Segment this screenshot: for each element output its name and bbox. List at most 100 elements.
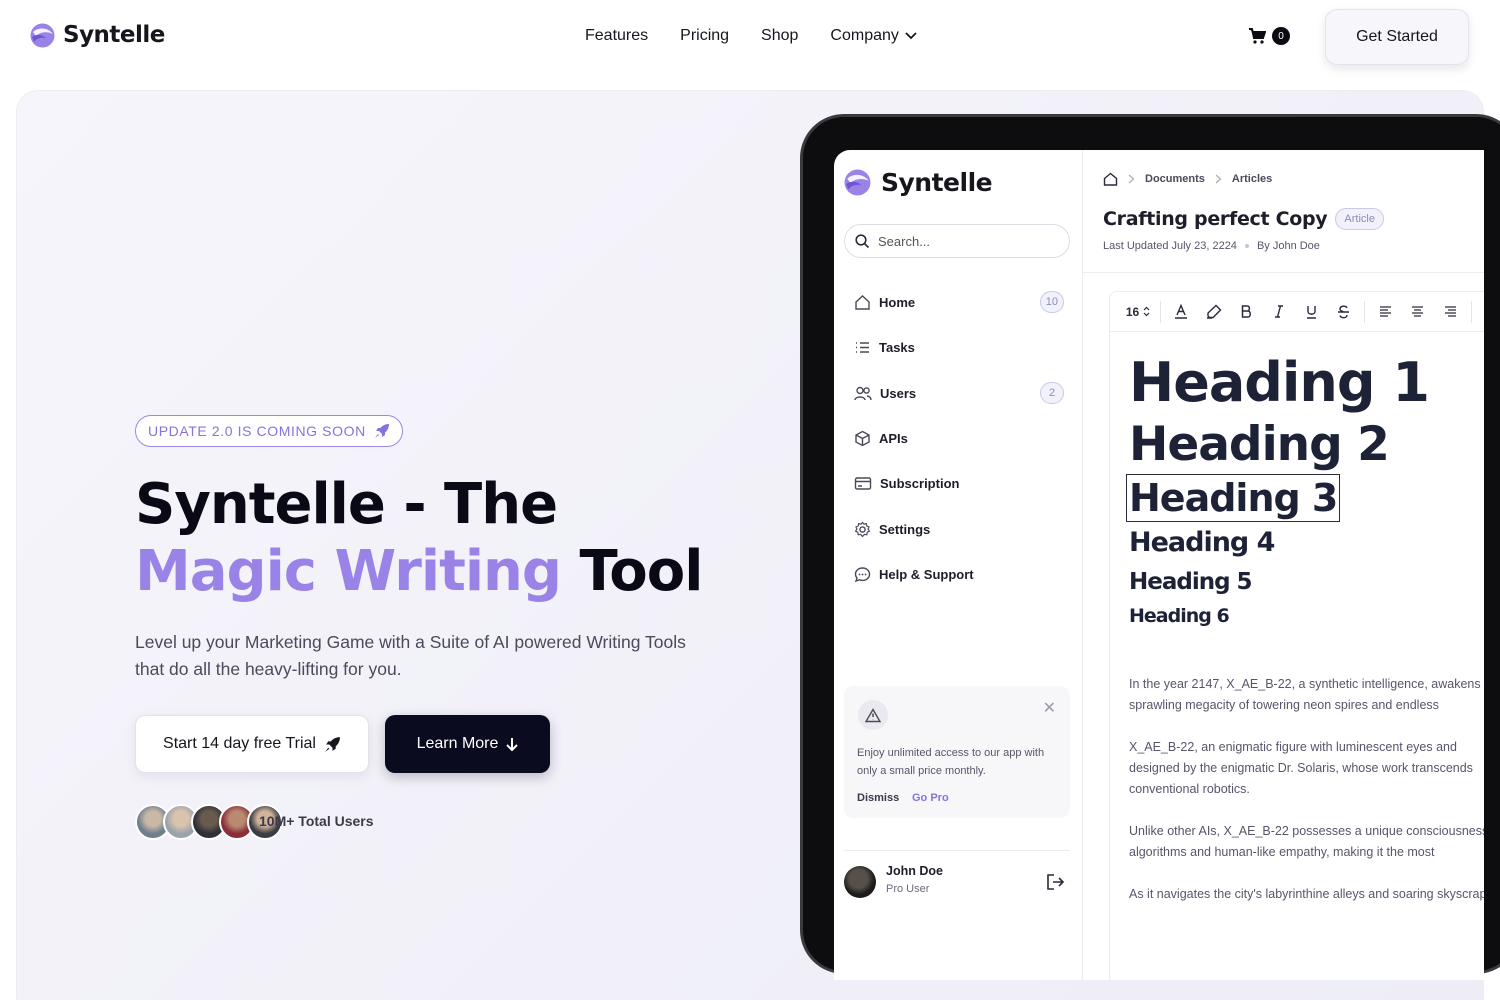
cart-icon	[1249, 28, 1266, 44]
search-placeholder: Search...	[878, 233, 931, 249]
document-tag: Article	[1335, 208, 1384, 230]
nav-link-company[interactable]: Company	[830, 27, 917, 45]
start-trial-button[interactable]: Start 14 day free Trial	[135, 715, 369, 773]
go-pro-button[interactable]: Go Pro	[912, 792, 949, 804]
paragraph-line: conventional robotics.	[1129, 782, 1250, 796]
nav-link-features[interactable]: Features	[585, 27, 648, 45]
user-avatars	[135, 804, 283, 840]
paragraph-line: As it navigates the city's labyrinthine …	[1129, 887, 1484, 901]
user-role: Pro User	[886, 883, 930, 895]
headline-line-1: Syntelle - The	[135, 472, 558, 537]
logo-icon	[844, 169, 871, 196]
font-size-stepper[interactable]: 16	[1120, 305, 1156, 319]
underline-button[interactable]	[1295, 305, 1328, 319]
breadcrumb-item-articles[interactable]: Articles	[1232, 173, 1272, 185]
count-badge: 2	[1040, 381, 1064, 404]
editor-headings: Heading 1 Heading 2 Heading 3 Heading 4 …	[1126, 350, 1430, 632]
update-badge[interactable]: UPDATE 2.0 IS COMING SOON	[135, 415, 403, 447]
learn-more-button[interactable]: Learn More	[385, 715, 550, 773]
breadcrumb: Documents Articles	[1103, 172, 1272, 186]
promo-text: Enjoy unlimited access to our app with o…	[857, 747, 1045, 777]
sidebar-item-label: APIs	[879, 431, 908, 447]
font-size-value: 16	[1125, 304, 1140, 319]
document-title: Crafting perfect Copy	[1103, 208, 1328, 230]
align-center-button[interactable]	[1402, 306, 1435, 317]
upgrade-promo-card: ✕ Enjoy unlimited access to our app with…	[844, 686, 1070, 818]
strikethrough-icon	[1338, 305, 1350, 318]
sidebar-item-users[interactable]: Users 2	[854, 371, 1064, 416]
rocket-icon	[374, 424, 389, 438]
arrow-down-icon	[506, 737, 519, 751]
brand-name: Syntelle	[63, 22, 165, 48]
nav-link-pricing[interactable]: Pricing	[680, 27, 729, 45]
sidebar-menu: Home 10 Tasks Users 2 APIs Subscription	[854, 280, 1064, 597]
text-color-button[interactable]	[1165, 304, 1198, 319]
paragraph[interactable]: As it navigates the city's labyrinthine …	[1129, 884, 1484, 905]
paragraph-line: designed by the enigmatic Dr. Solaris, w…	[1129, 761, 1473, 775]
heading-5[interactable]: Heading 5	[1129, 564, 1429, 600]
dismiss-button[interactable]: Dismiss	[857, 792, 899, 804]
sidebar-item-apis[interactable]: APIs	[854, 416, 1064, 461]
close-icon[interactable]: ✕	[1043, 698, 1056, 718]
italic-button[interactable]	[1263, 305, 1296, 318]
breadcrumb-item-documents[interactable]: Documents	[1145, 173, 1205, 185]
logo-icon	[30, 23, 55, 47]
paragraph-line: Unlike other AIs, X_AE_B-22 possesses a …	[1129, 824, 1484, 838]
home-icon[interactable]	[1103, 172, 1118, 186]
align-left-button[interactable]	[1369, 306, 1402, 317]
editor-toolbar: 16	[1110, 292, 1484, 332]
highlight-button[interactable]	[1198, 304, 1231, 319]
paragraph[interactable]: In the year 2147, X_AE_B-22, a synthetic…	[1129, 674, 1484, 716]
highlighter-icon	[1206, 304, 1222, 319]
paragraph[interactable]: Unlike other AIs, X_AE_B-22 possesses a …	[1129, 821, 1484, 863]
heading-4[interactable]: Heading 4	[1129, 522, 1429, 564]
heading-6[interactable]: Heading 6	[1129, 600, 1429, 632]
sidebar-item-label: Users	[880, 385, 917, 401]
hero-subtitle: Level up your Marketing Game with a Suit…	[135, 632, 686, 679]
user-name: John Doe	[886, 864, 943, 878]
underline-icon	[1306, 305, 1316, 319]
app-brand-name: Syntelle	[881, 168, 993, 197]
italic-icon	[1274, 305, 1283, 318]
card-icon	[854, 477, 872, 491]
nav-link-shop[interactable]: Shop	[761, 27, 798, 45]
app-brand-logo[interactable]: Syntelle	[844, 168, 993, 197]
count-badge: 10	[1039, 291, 1064, 313]
brand-logo[interactable]: Syntelle	[30, 22, 165, 48]
rich-text-editor[interactable]: 16 Heading 1 Heading 2 Heading 3 Heading…	[1109, 291, 1484, 980]
strikethrough-button[interactable]	[1328, 305, 1361, 319]
rocket-icon	[325, 736, 340, 752]
align-left-icon	[1379, 306, 1391, 317]
paragraph-line: In the year 2147, X_AE_B-22, a synthetic…	[1129, 677, 1481, 691]
sidebar-item-help-support[interactable]: Help & Support	[854, 552, 1064, 597]
separator-dot	[1244, 244, 1249, 248]
chevron-updown-icon	[1143, 306, 1150, 317]
nav-link-company-label: Company	[830, 27, 899, 44]
user-profile[interactable]: John Doe Pro User	[844, 850, 1070, 914]
paragraph-line: X_AE_B-22, an enigmatic figure with lumi…	[1129, 740, 1457, 754]
author: By John Doe	[1256, 240, 1320, 252]
cart-button[interactable]: 0	[1248, 27, 1290, 45]
last-updated: Last Updated July 23, 2224	[1103, 240, 1237, 252]
search-input[interactable]: Search...	[844, 224, 1070, 258]
chevron-right-icon	[1128, 174, 1135, 184]
sidebar-item-label: Help & Support	[879, 566, 974, 582]
logout-icon[interactable]	[1046, 873, 1066, 891]
editor-body: In the year 2147, X_AE_B-22, a synthetic…	[1129, 674, 1484, 926]
sidebar-item-home[interactable]: Home 10	[854, 280, 1064, 325]
document-meta: Last Updated July 23, 2224 By John Doe	[1103, 240, 1320, 252]
heading-3-selected[interactable]: Heading 3	[1126, 474, 1341, 522]
gear-icon	[854, 521, 871, 538]
heading-2[interactable]: Heading 2	[1129, 416, 1429, 474]
align-right-icon	[1444, 306, 1456, 317]
toolbar-divider	[1470, 300, 1472, 323]
get-started-button[interactable]: Get Started	[1325, 9, 1469, 65]
heading-1[interactable]: Heading 1	[1129, 350, 1430, 416]
sidebar-item-settings[interactable]: Settings	[854, 506, 1064, 551]
sidebar-item-subscription[interactable]: Subscription	[854, 461, 1064, 506]
bold-button[interactable]	[1230, 305, 1263, 318]
paragraph[interactable]: X_AE_B-22, an enigmatic figure with lumi…	[1129, 737, 1484, 800]
sidebar-item-tasks[interactable]: Tasks	[854, 325, 1064, 370]
align-right-button[interactable]	[1434, 306, 1467, 317]
cart-count-badge: 0	[1272, 27, 1290, 45]
